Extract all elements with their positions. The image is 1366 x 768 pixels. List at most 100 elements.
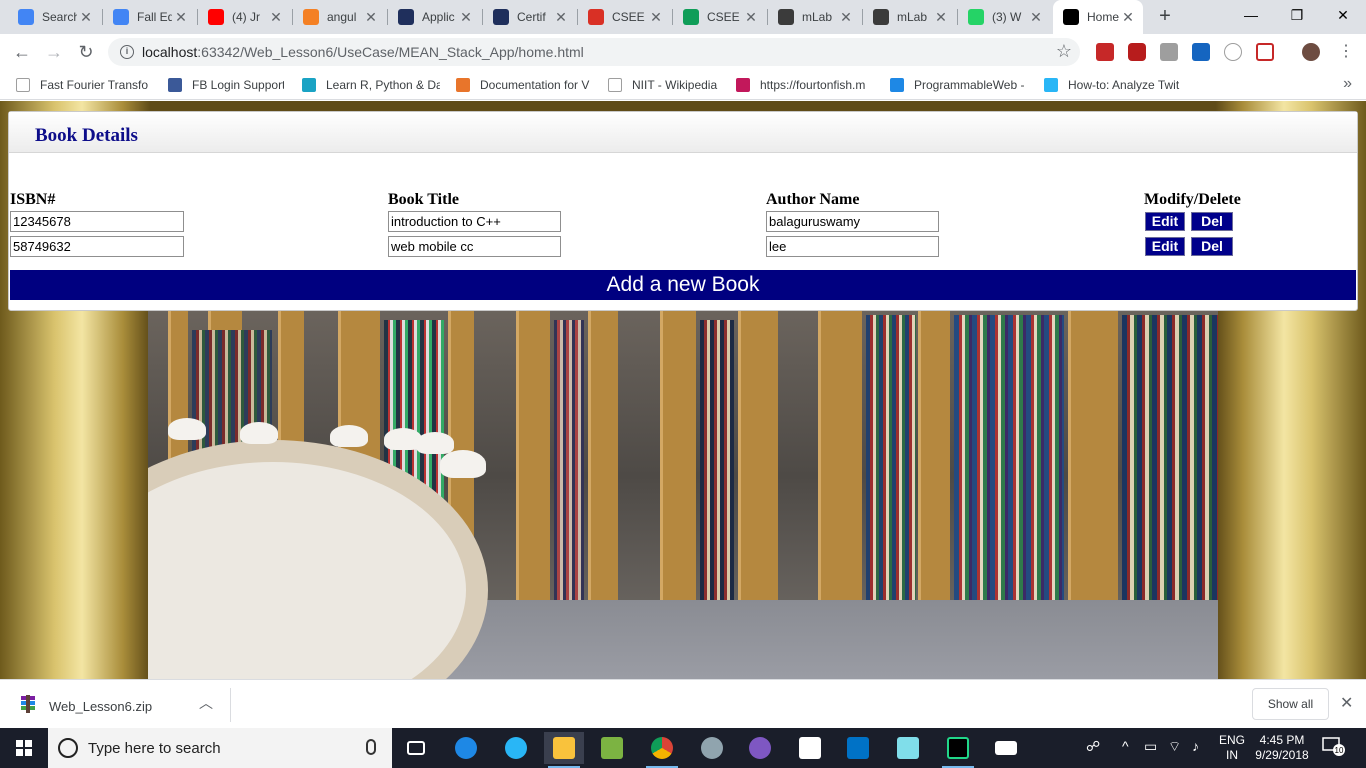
- browser-tab[interactable]: Applic ✕: [388, 0, 481, 34]
- people-icon[interactable]: ☍: [1086, 738, 1100, 755]
- new-tab-button[interactable]: +: [1154, 5, 1176, 27]
- add-new-book-button[interactable]: Add a new Book: [10, 270, 1356, 300]
- bookmark-star-icon[interactable]: ☆: [1056, 41, 1072, 62]
- author-name-field[interactable]: balaguruswamy: [766, 211, 939, 232]
- profile-avatar[interactable]: [1302, 43, 1320, 61]
- download-file-name[interactable]: Web_Lesson6.zip: [49, 699, 152, 714]
- language-indicator[interactable]: ENG IN: [1219, 733, 1245, 763]
- browser-tab[interactable]: mLab ✕: [863, 0, 956, 34]
- book-title-field[interactable]: web mobile cc: [388, 236, 561, 257]
- tab-close-icon[interactable]: ✕: [932, 9, 950, 26]
- tab-close-icon[interactable]: ✕: [172, 9, 190, 26]
- tab-close-icon[interactable]: ✕: [552, 9, 570, 26]
- sticky-notes-icon[interactable]: [790, 732, 830, 764]
- browser-tab[interactable]: angul ✕: [293, 0, 386, 34]
- system-clock[interactable]: 4:45 PM 9/29/2018: [1254, 733, 1310, 763]
- outlook-icon[interactable]: [838, 732, 878, 764]
- github-desktop-icon[interactable]: [740, 732, 780, 764]
- tab-close-icon[interactable]: ✕: [267, 9, 285, 26]
- chevron-up-icon[interactable]: ︿: [199, 693, 213, 713]
- extension-shield-icon[interactable]: [1256, 43, 1274, 61]
- book-details-panel: Book Details ISBN# Book Title Author Nam…: [8, 111, 1358, 311]
- forward-button[interactable]: →: [42, 40, 66, 64]
- delete-button[interactable]: Del: [1191, 237, 1233, 256]
- bookmarks-overflow-button[interactable]: »: [1343, 75, 1352, 93]
- back-button[interactable]: ←: [10, 40, 34, 64]
- window-close-button[interactable]: ✕: [1320, 0, 1366, 30]
- notepad-icon[interactable]: [592, 732, 632, 764]
- url-text[interactable]: localhost:63342/Web_Lesson6/UseCase/MEAN…: [142, 44, 584, 60]
- tab-close-icon[interactable]: ✕: [742, 9, 760, 26]
- mail-icon[interactable]: [986, 732, 1026, 764]
- bookmark-item[interactable]: How-to: Analyze Twit: [1044, 76, 1180, 94]
- bookmark-item[interactable]: ProgrammableWeb -: [890, 76, 1026, 94]
- file-explorer-icon[interactable]: [544, 732, 584, 768]
- tab-close-icon[interactable]: ✕: [77, 9, 95, 26]
- pega-icon: [493, 9, 509, 25]
- column-header-author-name: Author Name: [766, 191, 860, 208]
- edit-button[interactable]: Edit: [1145, 237, 1185, 256]
- browser-tab[interactable]: Search ✕: [8, 0, 101, 34]
- panel-title: Book Details: [35, 125, 138, 146]
- bookmark-item[interactable]: Fast Fourier Transform: [16, 76, 148, 94]
- browser-tab[interactable]: Certif ✕: [483, 0, 576, 34]
- extension-jb-icon[interactable]: [1160, 43, 1178, 61]
- bookmark-item[interactable]: Learn R, Python & Da: [302, 76, 440, 94]
- extension-circle-icon[interactable]: [1224, 43, 1242, 61]
- book-title-field[interactable]: introduction to C++: [388, 211, 561, 232]
- tab-close-icon[interactable]: ✕: [457, 9, 475, 26]
- delete-button[interactable]: Del: [1191, 212, 1233, 231]
- browser-tab[interactable]: (3) W ✕: [958, 0, 1051, 34]
- notes-icon[interactable]: [888, 732, 928, 764]
- r-studio-icon[interactable]: [692, 732, 732, 764]
- document-icon: [16, 78, 30, 92]
- chevron-up-icon[interactable]: ^: [1122, 738, 1129, 754]
- taskbar-search-box[interactable]: Type here to search: [48, 728, 392, 768]
- extension-red-book-icon[interactable]: [1096, 43, 1114, 61]
- tab-close-icon[interactable]: ✕: [362, 9, 380, 26]
- webstorm-icon[interactable]: [938, 732, 978, 768]
- bookmark-item[interactable]: NIIT - Wikipedia: [608, 76, 720, 94]
- browser-tab[interactable]: Home ✕: [1053, 0, 1143, 34]
- task-view-icon[interactable]: [396, 732, 436, 764]
- reload-button[interactable]: ↻: [74, 40, 98, 64]
- edit-button[interactable]: Edit: [1145, 212, 1185, 231]
- extension-bookmark-icon[interactable]: [1192, 43, 1210, 61]
- bookmark-item[interactable]: https://fourtonfish.m: [736, 76, 872, 94]
- action-center-icon[interactable]: 10: [1322, 736, 1346, 756]
- safari-icon[interactable]: [496, 732, 536, 764]
- info-icon[interactable]: i: [120, 45, 134, 59]
- tab-close-icon[interactable]: ✕: [647, 9, 665, 26]
- tab-close-icon[interactable]: ✕: [837, 9, 855, 26]
- tab-close-icon[interactable]: ✕: [1027, 9, 1045, 26]
- browser-tab[interactable]: CSEE ✕: [673, 0, 766, 34]
- minimize-button[interactable]: —: [1228, 0, 1274, 30]
- maximize-button[interactable]: ❐: [1274, 0, 1320, 30]
- facebook-icon: [168, 78, 182, 92]
- address-bar[interactable]: i localhost:63342/Web_Lesson6/UseCase/ME…: [108, 38, 1080, 66]
- edge-icon[interactable]: [446, 732, 486, 764]
- extension-video-icon[interactable]: [1128, 43, 1146, 61]
- isbn-field[interactable]: 58749632: [10, 236, 184, 257]
- isbn-field[interactable]: 12345678: [10, 211, 184, 232]
- windows-start-icon[interactable]: [0, 728, 48, 768]
- battery-icon[interactable]: ▭: [1144, 738, 1157, 755]
- tab-close-icon[interactable]: ✕: [1119, 9, 1137, 26]
- wifi-icon[interactable]: ⌔: [1168, 738, 1181, 756]
- zip-archive-icon: [21, 695, 35, 713]
- browser-tab[interactable]: (4) Jr ✕: [198, 0, 291, 34]
- bookmark-item[interactable]: FB Login Support: [168, 76, 284, 94]
- browser-tab[interactable]: CSEE ✕: [578, 0, 671, 34]
- bookmark-item[interactable]: Documentation for V: [456, 76, 590, 94]
- browser-tab[interactable]: mLab ✕: [768, 0, 861, 34]
- divider: [230, 688, 231, 722]
- browser-menu-icon[interactable]: ⋮: [1334, 40, 1358, 64]
- chrome-icon[interactable]: [642, 732, 682, 768]
- close-icon[interactable]: ✕: [1340, 693, 1353, 713]
- microphone-icon[interactable]: [366, 739, 376, 755]
- browser-tab[interactable]: Fall Ed ✕: [103, 0, 196, 34]
- volume-icon[interactable]: ♪: [1192, 738, 1199, 754]
- author-name-field[interactable]: lee: [766, 236, 939, 257]
- show-all-button[interactable]: Show all: [1252, 688, 1329, 720]
- windows-taskbar: Type here to search ☍ ^ ▭ ⌔ ♪ ENG IN 4:4…: [0, 728, 1366, 768]
